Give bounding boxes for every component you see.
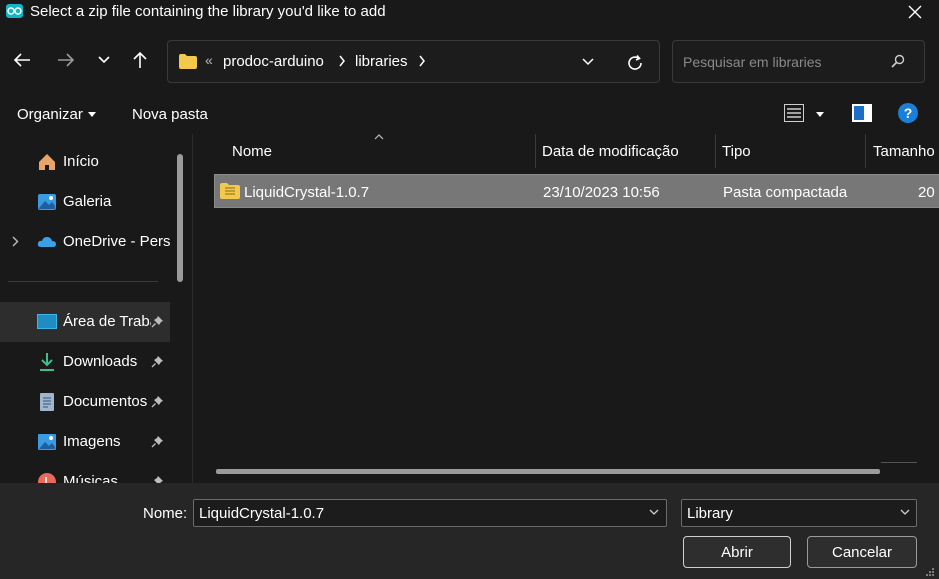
column-header-name[interactable]: Nome [232, 143, 272, 177]
column-header-modified[interactable]: Data de modificação [542, 143, 679, 177]
arrow-left-icon [13, 53, 30, 67]
help-button[interactable]: ? [898, 103, 918, 123]
horizontal-scrollbar[interactable] [216, 469, 880, 474]
command-bar: Organizar Nova pasta ? [0, 94, 939, 134]
sidebar-item-downloads[interactable]: Downloads [0, 342, 170, 382]
refresh-button[interactable] [624, 52, 646, 74]
home-icon [39, 154, 55, 170]
caret-down-icon[interactable] [88, 112, 96, 117]
sidebar-item-desktop[interactable]: Área de Trabalho [0, 302, 170, 342]
file-name-label: Nome: [143, 505, 188, 522]
pin-icon[interactable] [151, 355, 164, 368]
chevron-right-icon[interactable] [418, 55, 426, 67]
chevron-down-icon [98, 56, 110, 64]
chevron-right-icon[interactable] [12, 236, 19, 247]
search-input[interactable]: Pesquisar em libraries [672, 40, 925, 83]
file-name-value: LiquidCrystal-1.0.7 [199, 505, 325, 522]
search-placeholder: Pesquisar em libraries [683, 54, 822, 70]
file-modified: 23/10/2023 10:56 [543, 184, 660, 201]
column-header-type[interactable]: Tipo [722, 143, 751, 177]
sort-ascending-icon [374, 134, 384, 140]
close-button[interactable] [897, 0, 933, 24]
organize-menu[interactable]: Organizar [17, 106, 83, 123]
file-type-filter[interactable]: Library [681, 499, 917, 527]
cancel-button[interactable]: Cancelar [807, 536, 917, 568]
navigation-bar: « prodoc-arduino libraries Pesquisar em … [0, 24, 939, 94]
chevron-right-icon[interactable] [338, 55, 346, 67]
title-bar: Select a zip file containing the library… [0, 0, 939, 24]
sidebar-item-home[interactable]: Início [0, 142, 170, 182]
view-options-icon[interactable] [784, 104, 804, 122]
pin-icon[interactable] [151, 435, 164, 448]
preview-pane-icon[interactable] [852, 104, 872, 122]
address-bar[interactable]: « prodoc-arduino libraries [167, 40, 660, 83]
window-title: Select a zip file containing the library… [30, 3, 386, 20]
file-type-filter-value: Library [687, 505, 733, 522]
folder-icon [179, 54, 197, 69]
file-type: Pasta compactada [723, 184, 848, 201]
breadcrumb-segment[interactable]: libraries [355, 53, 408, 70]
sidebar-scrollbar[interactable] [177, 154, 183, 282]
refresh-icon [628, 54, 642, 70]
gallery-icon [38, 194, 56, 210]
open-button[interactable]: Abrir [683, 536, 791, 568]
dialog-footer: Nome: LiquidCrystal-1.0.7 Library Abrir … [0, 483, 939, 579]
sidebar-item-label: Downloads [63, 353, 138, 370]
sidebar-item-onedrive[interactable]: OneDrive - Personal [0, 222, 170, 262]
chevron-down-icon [900, 509, 910, 515]
address-history-button[interactable] [578, 54, 598, 70]
file-name-field[interactable]: LiquidCrystal-1.0.7 [193, 499, 667, 527]
chevron-down-icon[interactable] [649, 509, 659, 516]
music-icon [38, 473, 56, 483]
recent-locations-button[interactable] [90, 46, 118, 74]
back-button[interactable] [8, 46, 36, 74]
forward-button[interactable] [52, 46, 80, 74]
scrollbar-track-end [881, 462, 917, 463]
sidebar-item-label: Área de Trabalho [63, 313, 151, 330]
file-row[interactable]: LiquidCrystal-1.0.7 23/10/2023 10:56 Pas… [214, 174, 939, 208]
desktop-icon [37, 314, 57, 329]
onedrive-cloud-icon [37, 237, 56, 247]
sidebar-item-label: Início [63, 153, 99, 170]
file-list: Nome Data de modificação Tipo Tamanho Li… [192, 134, 939, 483]
column-divider[interactable] [535, 134, 536, 168]
pin-icon[interactable] [151, 395, 164, 408]
chevron-down-icon [582, 58, 594, 66]
zip-folder-icon [220, 183, 240, 199]
file-size: 20 [918, 184, 935, 201]
navigation-pane: Início Galeria OneDrive - Personal Área … [0, 134, 192, 483]
file-name: LiquidCrystal-1.0.7 [244, 184, 370, 201]
sidebar-item-label: Galeria [63, 193, 112, 210]
search-icon[interactable] [891, 54, 905, 68]
sidebar-item-label: Músicas [63, 473, 119, 483]
sidebar-item-label: Imagens [63, 433, 121, 450]
resize-grip-icon[interactable] [925, 567, 935, 577]
help-icon: ? [903, 105, 913, 121]
breadcrumb-overflow[interactable]: « [205, 52, 213, 68]
arrow-right-icon [58, 53, 75, 67]
sidebar-item-documents[interactable]: Documentos [0, 382, 170, 422]
pin-icon[interactable] [151, 315, 164, 328]
sidebar-item-gallery[interactable]: Galeria [0, 182, 170, 222]
breadcrumb-segment[interactable]: prodoc-arduino [223, 53, 324, 70]
column-divider[interactable] [865, 134, 866, 168]
sidebar-divider [8, 281, 158, 282]
sidebar-item-label: Documentos [63, 393, 148, 410]
sidebar-item-music[interactable]: Músicas [0, 462, 170, 483]
download-icon [40, 353, 54, 371]
up-button[interactable] [126, 46, 154, 74]
sidebar-item-images[interactable]: Imagens [0, 422, 170, 462]
column-divider[interactable] [715, 134, 716, 168]
arrow-up-icon [133, 51, 147, 68]
pin-icon[interactable] [151, 475, 164, 483]
close-icon [908, 5, 922, 19]
new-folder-button[interactable]: Nova pasta [132, 106, 208, 123]
caret-down-icon[interactable] [816, 112, 824, 117]
sidebar-item-label: OneDrive - Personal [63, 233, 170, 250]
arduino-icon [6, 4, 23, 18]
column-header-size[interactable]: Tamanho [873, 143, 935, 177]
documents-icon [40, 393, 54, 411]
images-icon [38, 434, 56, 450]
